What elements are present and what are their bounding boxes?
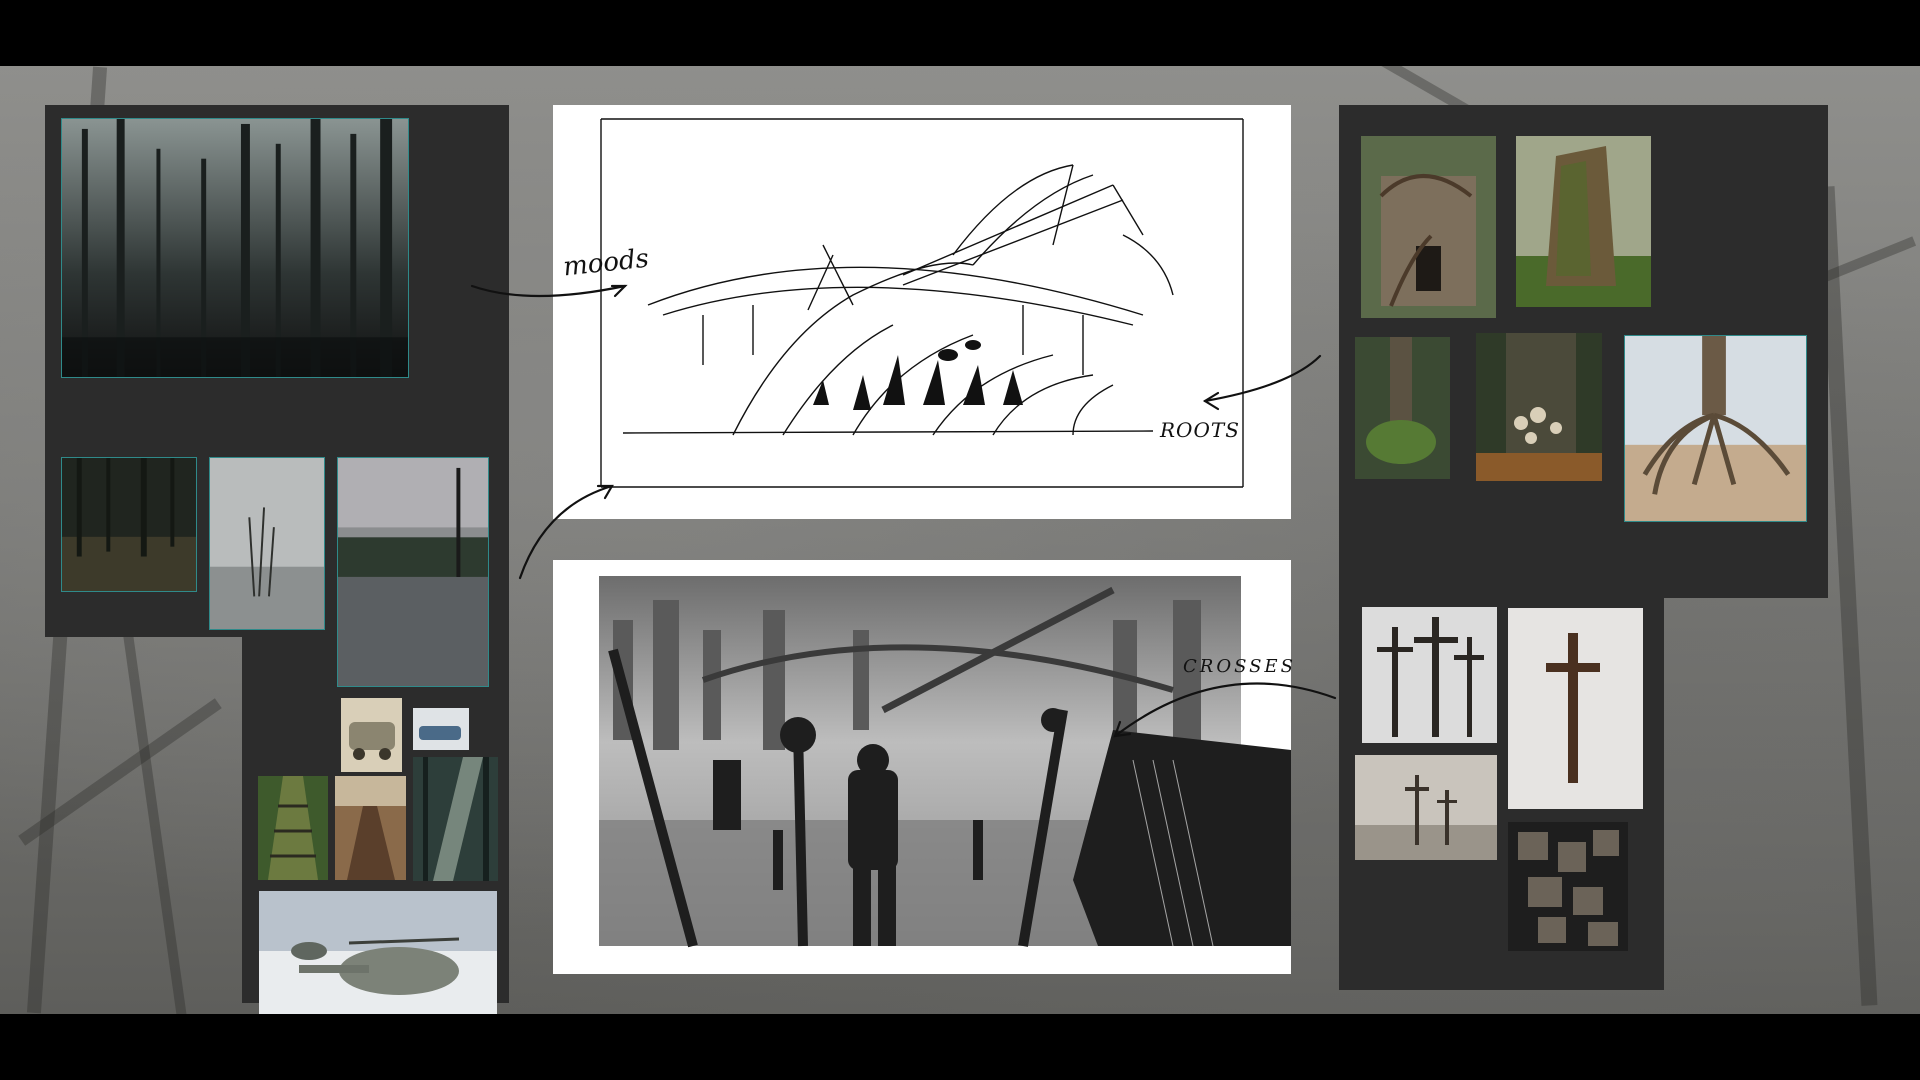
arrow-roots <box>1203 354 1322 403</box>
moodboard-canvas: moods ROOTS CROSSES <box>0 66 1920 1014</box>
arrow-to-line-sketch <box>470 284 627 298</box>
arrow-from-left-panel <box>518 484 614 580</box>
arrow-crosses <box>1113 682 1337 738</box>
annotation-arrows <box>470 284 1337 738</box>
